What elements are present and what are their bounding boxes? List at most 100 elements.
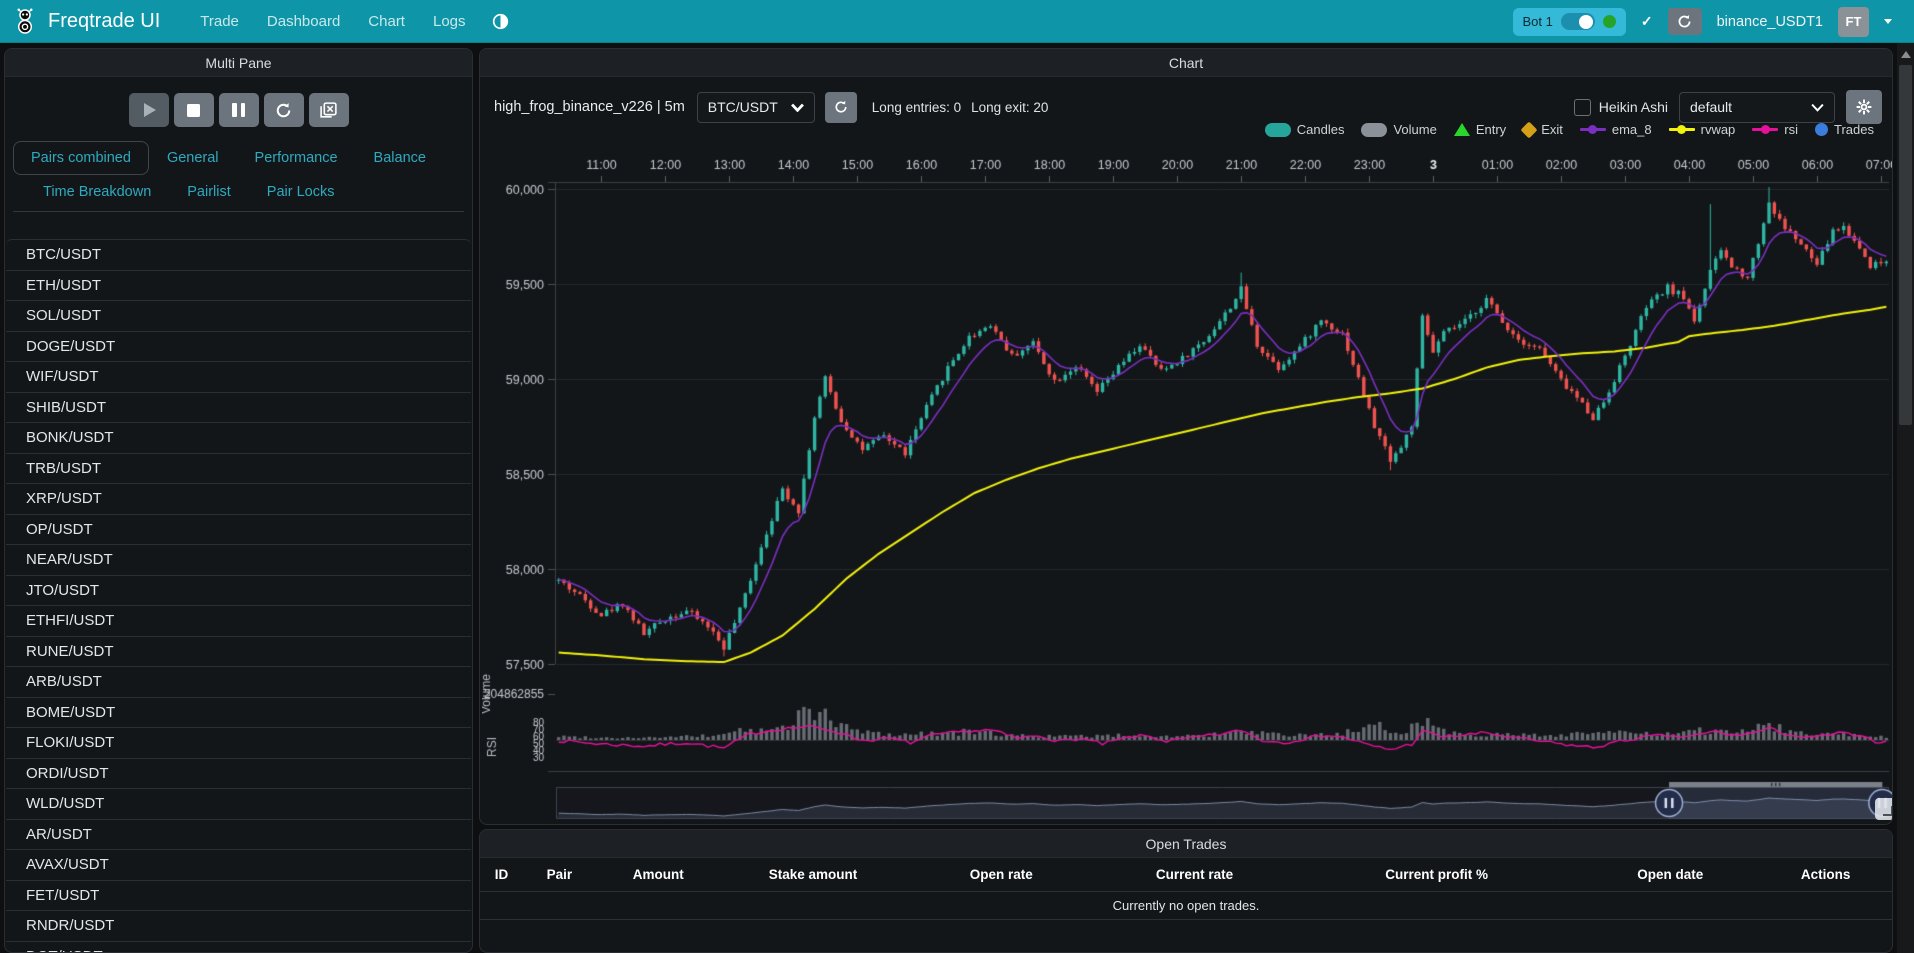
tab-time-breakdown[interactable]: Time Breakdown: [25, 175, 169, 209]
theme-toggle-icon[interactable]: [492, 13, 509, 30]
legend-label: Volume: [1393, 122, 1436, 137]
stop-button[interactable]: [174, 93, 214, 127]
pair-row-jto-usdt[interactable]: JTO/USDT: [6, 576, 471, 607]
multi-pane-toolbar: [5, 93, 472, 127]
legend-item-exit[interactable]: Exit: [1523, 122, 1563, 137]
tab-general[interactable]: General: [149, 141, 237, 175]
pair-select[interactable]: BTC/USDT: [697, 92, 815, 123]
freqtrade-robot-logo: [10, 6, 40, 36]
chart-legend: Candles Volume Entry Exit ema_8 rvwap rsi Trade…: [1265, 122, 1874, 137]
pair-row-doge-usdt[interactable]: DOGE/USDT: [6, 332, 471, 363]
play-icon: [144, 103, 156, 117]
nav-item-trade[interactable]: Trade: [200, 13, 239, 30]
price-chart-canvas[interactable]: [482, 149, 1892, 823]
pair-row-bonk-usdt[interactable]: BONK/USDT: [6, 423, 471, 454]
trades-column-actions: Actions: [1759, 867, 1892, 882]
pair-row-near-usdt[interactable]: NEAR/USDT: [6, 545, 471, 576]
multi-pane-title: Multi Pane: [5, 49, 472, 77]
pair-row-eth-usdt[interactable]: ETH/USDT: [6, 271, 471, 302]
legend-line-dot: [1588, 125, 1597, 134]
pair-row-op-usdt[interactable]: OP/USDT: [6, 515, 471, 546]
long-exits-label: Long exit: 20: [971, 100, 1048, 115]
pause-button[interactable]: [219, 93, 259, 127]
pair-row-avax-usdt[interactable]: AVAX/USDT: [6, 850, 471, 881]
open-trades-title: Open Trades: [480, 830, 1892, 858]
legend-label: rvwap: [1701, 122, 1736, 137]
pair-row-ethfi-usdt[interactable]: ETHFI/USDT: [6, 606, 471, 637]
pair-row-xrp-usdt[interactable]: XRP/USDT: [6, 484, 471, 515]
legend-item-candles[interactable]: Candles: [1265, 122, 1345, 137]
trades-column-stake-amount: Stake amount: [721, 867, 906, 882]
pair-row-rune-usdt[interactable]: RUNE/USDT: [6, 637, 471, 668]
datazoom-track[interactable]: [556, 787, 1889, 819]
brand-title[interactable]: Freqtrade UI: [48, 10, 160, 33]
play-button[interactable]: [129, 93, 169, 127]
legend-item-trades[interactable]: Trades: [1815, 122, 1874, 137]
user-avatar[interactable]: FT: [1838, 7, 1869, 37]
legend-label: Trades: [1834, 122, 1874, 137]
pair-row-arb-usdt[interactable]: ARB/USDT: [6, 667, 471, 698]
tab-pairs-combined[interactable]: Pairs combined: [13, 141, 149, 175]
chevron-down-icon: [791, 103, 804, 112]
global-refresh-button[interactable]: [1668, 8, 1702, 35]
legend-line-icon: [1669, 128, 1695, 131]
legend-line-dot: [1761, 125, 1770, 134]
legend-item-entry[interactable]: Entry: [1454, 122, 1506, 137]
pair-row-ordi-usdt[interactable]: ORDI/USDT: [6, 759, 471, 790]
datazoom-handle-left[interactable]: [1654, 789, 1682, 817]
tab-pairlist[interactable]: Pairlist: [169, 175, 249, 209]
trades-column-current-rate: Current rate: [1097, 867, 1292, 882]
plot-settings-button[interactable]: [1846, 90, 1882, 124]
navbar: Freqtrade UI Trade Dashboard Chart Logs Bot…: [0, 0, 1914, 43]
legend-label: Exit: [1541, 122, 1563, 137]
scrollbar-up-arrow-icon[interactable]: [1901, 51, 1911, 58]
legend-label: Entry: [1476, 122, 1506, 137]
remove-chart-button[interactable]: [309, 93, 349, 127]
pair-row-fet-usdt[interactable]: FET/USDT: [6, 881, 471, 912]
legend-item-rvwap[interactable]: rvwap: [1669, 122, 1736, 137]
pair-list: BTC/USDTETH/USDTSOL/USDTDOGE/USDTWIF/USD…: [6, 239, 471, 952]
legend-item-ema-8[interactable]: ema_8: [1580, 122, 1652, 137]
multi-pane-tabs: Pairs combinedGeneralPerformanceBalance …: [13, 141, 464, 212]
legend-line-icon: [1752, 128, 1778, 131]
nav-item-chart[interactable]: Chart: [368, 13, 405, 30]
tab-performance[interactable]: Performance: [237, 141, 356, 175]
pair-row-bome-usdt[interactable]: BOME/USDT: [6, 698, 471, 729]
bot-online-indicator: [1603, 15, 1616, 28]
nav-item-logs[interactable]: Logs: [433, 13, 466, 30]
heikin-ashi-checkbox[interactable]: [1574, 99, 1591, 116]
legend-item-volume[interactable]: Volume: [1361, 122, 1436, 137]
pair-select-value: BTC/USDT: [708, 99, 778, 115]
legend-item-rsi[interactable]: rsi: [1752, 122, 1798, 137]
panel-resize-grip[interactable]: [1875, 798, 1893, 820]
chart-refresh-button[interactable]: [825, 92, 857, 123]
tab-pair-locks[interactable]: Pair Locks: [249, 175, 353, 209]
reload-button[interactable]: [264, 93, 304, 127]
pair-row-floki-usdt[interactable]: FLOKI/USDT: [6, 728, 471, 759]
pair-row-dot-usdt[interactable]: DOT/USDT: [6, 942, 471, 953]
plot-config-select[interactable]: default: [1679, 92, 1835, 123]
pair-row-btc-usdt[interactable]: BTC/USDT: [6, 240, 471, 271]
pair-row-trb-usdt[interactable]: TRB/USDT: [6, 454, 471, 485]
bot-selector[interactable]: Bot 1: [1513, 8, 1626, 36]
chart-panel: Chart high_frog_binance_v226 | 5m BTC/US…: [479, 48, 1893, 825]
chevron-down-icon: [1811, 103, 1824, 112]
nav-item-dashboard[interactable]: Dashboard: [267, 13, 340, 30]
pair-row-wld-usdt[interactable]: WLD/USDT: [6, 789, 471, 820]
tab-balance[interactable]: Balance: [356, 141, 444, 175]
open-trades-empty-message: Currently no open trades.: [480, 892, 1892, 920]
pair-row-wif-usdt[interactable]: WIF/USDT: [6, 362, 471, 393]
bot-toggle[interactable]: [1561, 13, 1595, 30]
pair-row-ar-usdt[interactable]: AR/USDT: [6, 820, 471, 851]
trades-column-open-rate: Open rate: [905, 867, 1097, 882]
pair-row-rndr-usdt[interactable]: RNDR/USDT: [6, 911, 471, 942]
pair-row-sol-usdt[interactable]: SOL/USDT: [6, 301, 471, 332]
legend-line-dot: [1677, 125, 1686, 134]
pair-row-shib-usdt[interactable]: SHIB/USDT: [6, 393, 471, 424]
user-menu-caret-icon[interactable]: [1884, 19, 1892, 24]
chart-panel-title: Chart: [480, 49, 1892, 77]
page-scrollbar[interactable]: [1897, 43, 1914, 953]
legend-swatch-icon: [1265, 123, 1291, 137]
scrollbar-thumb[interactable]: [1899, 65, 1912, 425]
refresh-icon: [834, 100, 848, 114]
